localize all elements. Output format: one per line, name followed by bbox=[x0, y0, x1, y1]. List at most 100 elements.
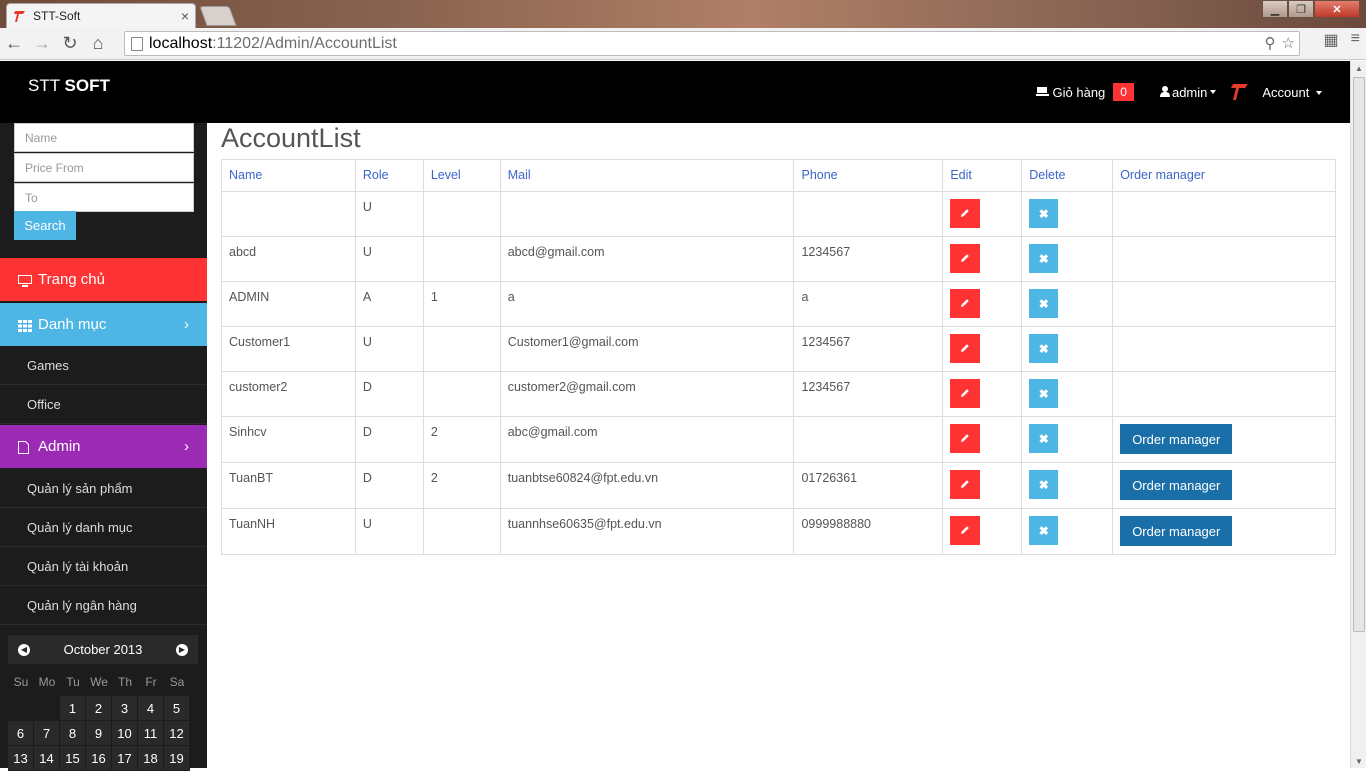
calendar-day[interactable]: 4 bbox=[138, 696, 164, 721]
calendar-day[interactable]: 6 bbox=[8, 721, 34, 746]
sidebar-item-label: Admin bbox=[38, 438, 81, 455]
new-tab-button[interactable] bbox=[199, 6, 237, 26]
sidebar-item-games[interactable]: Games bbox=[0, 346, 207, 385]
order-manager-button[interactable]: Order manager bbox=[1120, 424, 1233, 454]
sidebar-item-label: Trang chủ bbox=[38, 271, 105, 288]
edit-button[interactable] bbox=[950, 470, 981, 499]
calendar-day[interactable]: 16 bbox=[86, 746, 112, 771]
reload-icon[interactable]: ↻ bbox=[56, 30, 84, 58]
calendar-day-of-week: Th bbox=[117, 675, 132, 689]
maximize-icon[interactable]: ❐ bbox=[1288, 0, 1314, 18]
scroll-up-icon[interactable]: ▲ bbox=[1351, 61, 1366, 75]
brand-logo[interactable]: STT SOFT bbox=[28, 76, 110, 96]
sidebar-item-manage-products[interactable]: Quản lý sản phẩm bbox=[0, 469, 207, 508]
admin-user-dropdown[interactable]: admin bbox=[1159, 85, 1217, 100]
minimize-icon[interactable]: ▁ bbox=[1262, 0, 1288, 18]
column-header[interactable]: Edit bbox=[942, 159, 1023, 192]
sidebar-item-category[interactable]: Danh mục › bbox=[0, 303, 207, 346]
column-header[interactable]: Name bbox=[221, 159, 356, 192]
cell-mail: Customer1@gmail.com bbox=[499, 326, 795, 372]
cart-link[interactable]: Giỏ hàng 0 bbox=[1035, 83, 1134, 101]
sidebar-item-manage-banks[interactable]: Quản lý ngân hàng bbox=[0, 586, 207, 625]
column-header[interactable]: Delete bbox=[1021, 159, 1114, 192]
edit-button[interactable] bbox=[950, 289, 981, 318]
calendar-day[interactable]: 9 bbox=[86, 721, 112, 746]
scroll-thumb[interactable] bbox=[1353, 77, 1365, 632]
edit-button[interactable] bbox=[950, 424, 981, 453]
calendar-day[interactable]: 3 bbox=[112, 696, 138, 721]
calendar-day[interactable]: 12 bbox=[164, 721, 190, 746]
close-window-icon[interactable]: ✕ bbox=[1314, 0, 1360, 18]
account-dropdown[interactable]: Account bbox=[1262, 85, 1322, 100]
extension-icon[interactable]: ▦ bbox=[1324, 30, 1339, 50]
order-manager-button[interactable]: Order manager bbox=[1120, 516, 1233, 546]
calendar-day[interactable]: 2 bbox=[86, 696, 112, 721]
calendar-day[interactable]: 1 bbox=[60, 696, 86, 721]
edit-button[interactable] bbox=[950, 199, 981, 228]
chevron-right-icon: › bbox=[184, 316, 189, 333]
bookmark-star-icon[interactable]: ☆ bbox=[1282, 34, 1295, 52]
search-price-to-input[interactable] bbox=[14, 183, 194, 212]
calendar-day[interactable]: 17 bbox=[112, 746, 138, 771]
calendar-day[interactable]: 5 bbox=[164, 696, 190, 721]
cell-name: ADMIN bbox=[221, 281, 356, 327]
search-price-from-input[interactable] bbox=[14, 153, 194, 182]
tab-close-icon[interactable]: × bbox=[181, 8, 189, 24]
address-bar[interactable]: localhost:11202/Admin/AccountList ⚲ ☆ bbox=[124, 31, 1300, 56]
browser-tab[interactable]: STT-Soft × bbox=[6, 3, 196, 28]
cell-mail bbox=[499, 191, 795, 237]
sidebar-item-office[interactable]: Office bbox=[0, 385, 207, 424]
calendar-day[interactable]: 15 bbox=[60, 746, 86, 771]
cell-edit bbox=[942, 236, 1023, 282]
sidebar-item-admin[interactable]: Admin › bbox=[0, 425, 207, 468]
scroll-down-icon[interactable]: ▼ bbox=[1351, 754, 1366, 768]
column-header[interactable]: Order manager bbox=[1112, 159, 1336, 192]
prev-month-icon[interactable]: ◀ bbox=[18, 643, 30, 656]
delete-button[interactable]: ✖ bbox=[1029, 470, 1059, 499]
edit-button[interactable] bbox=[950, 516, 981, 545]
cell-phone bbox=[793, 416, 944, 463]
calendar-day[interactable]: 18 bbox=[138, 746, 164, 771]
delete-button[interactable]: ✖ bbox=[1029, 289, 1059, 318]
calendar-day[interactable]: 7 bbox=[34, 721, 60, 746]
home-icon[interactable]: ⌂ bbox=[84, 30, 112, 58]
table-row: TuanBT D 2 tuanbtse60824@fpt.edu.vn 01726361… bbox=[221, 462, 1336, 509]
delete-button[interactable]: ✖ bbox=[1029, 424, 1059, 453]
calendar-day[interactable]: 11 bbox=[138, 721, 164, 746]
url-text: localhost:11202/Admin/AccountList bbox=[149, 34, 397, 52]
cell-level bbox=[422, 371, 501, 417]
delete-button[interactable]: ✖ bbox=[1029, 244, 1059, 273]
cell-level: 1 bbox=[422, 281, 501, 327]
calendar-day[interactable]: 14 bbox=[34, 746, 60, 771]
zoom-icon[interactable]: ⚲ bbox=[1265, 34, 1276, 52]
column-header[interactable]: Mail bbox=[499, 159, 795, 192]
pencil-icon bbox=[960, 478, 970, 492]
order-manager-button[interactable]: Order manager bbox=[1120, 470, 1233, 500]
sidebar-item-home[interactable]: Trang chủ bbox=[0, 258, 207, 301]
column-header[interactable]: Level bbox=[422, 159, 501, 192]
edit-button[interactable] bbox=[950, 334, 981, 363]
edit-button[interactable] bbox=[950, 244, 981, 273]
search-button[interactable]: Search bbox=[14, 211, 76, 240]
delete-button[interactable]: ✖ bbox=[1029, 334, 1059, 363]
cell-edit bbox=[942, 508, 1023, 555]
edit-button[interactable] bbox=[950, 379, 981, 408]
page-scrollbar[interactable]: ▲ ▼ bbox=[1350, 61, 1366, 768]
calendar-day[interactable]: 13 bbox=[8, 746, 34, 771]
calendar-day[interactable]: 19 bbox=[164, 746, 190, 771]
calendar-day[interactable]: 8 bbox=[60, 721, 86, 746]
sidebar-item-manage-categories[interactable]: Quản lý danh mục bbox=[0, 508, 207, 547]
next-month-icon[interactable]: ▶ bbox=[176, 643, 188, 656]
column-header[interactable]: Phone bbox=[793, 159, 944, 192]
calendar-day[interactable]: 10 bbox=[112, 721, 138, 746]
cell-level bbox=[422, 191, 501, 237]
sidebar-item-manage-accounts[interactable]: Quản lý tài khoản bbox=[0, 547, 207, 586]
delete-button[interactable]: ✖ bbox=[1029, 379, 1059, 408]
search-name-input[interactable] bbox=[14, 123, 194, 152]
back-icon[interactable]: ← bbox=[0, 30, 28, 58]
delete-button[interactable]: ✖ bbox=[1029, 516, 1059, 545]
chrome-menu-icon[interactable]: ≡ bbox=[1351, 30, 1360, 50]
delete-button[interactable]: ✖ bbox=[1029, 199, 1059, 228]
forward-icon[interactable]: → bbox=[28, 30, 56, 58]
column-header[interactable]: Role bbox=[354, 159, 424, 192]
